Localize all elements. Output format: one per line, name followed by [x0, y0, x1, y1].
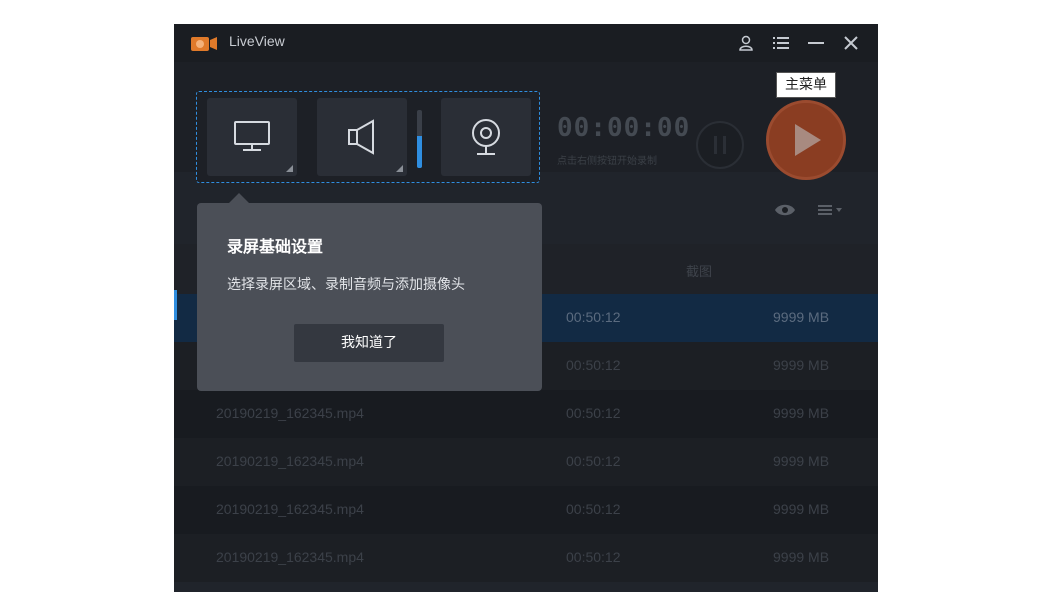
row-filename: 20190219_162345.mp4 [216, 405, 364, 421]
record-hint: 点击右侧按钮开始录制 [557, 156, 657, 167]
close-icon[interactable] [840, 33, 862, 53]
volume-meter-fill [417, 136, 422, 168]
webcam-source-button[interactable] [441, 98, 531, 176]
screen-source-button[interactable] [207, 98, 297, 176]
row-size: 9999 MB [773, 357, 830, 373]
row-duration: 00:50:12 [566, 405, 621, 421]
row-size: 9999 MB [773, 453, 830, 469]
row-size: 9999 MB [773, 549, 830, 565]
title-bar: LiveView [174, 24, 878, 62]
list-dropdown-icon[interactable] [814, 202, 846, 221]
menu-list-icon[interactable] [770, 33, 792, 53]
row-duration: 00:50:12 [566, 309, 621, 325]
column-header-screenshot: 截图 [686, 265, 713, 280]
play-icon [795, 124, 821, 156]
monitor-icon [234, 121, 270, 151]
table-row[interactable]: 20190219_162345.mp4 00:50:12 9999 MB [174, 438, 878, 486]
table-row[interactable]: 20190219_162345.mp4 00:50:12 9999 MB [174, 390, 878, 438]
audio-source-button[interactable] [317, 98, 407, 176]
record-timer: 00:00:00 [557, 113, 691, 143]
row-duration: 00:50:12 [566, 357, 621, 373]
row-filename: 20190219_162345.mp4 [216, 549, 364, 565]
dropdown-corner [396, 165, 403, 172]
guide-popover: 录屏基础设置 选择录屏区域、录制音频与添加摄像头 我知道了 [197, 203, 542, 391]
volume-meter [417, 110, 422, 168]
minimize-icon[interactable] [805, 33, 827, 53]
eye-icon[interactable] [774, 202, 796, 221]
app-title: LiveView [229, 33, 285, 49]
pause-icon [714, 136, 726, 154]
row-duration: 00:50:12 [566, 549, 621, 565]
camera-logo-icon [191, 37, 217, 51]
selection-edge [174, 290, 177, 320]
row-size: 9999 MB [773, 501, 830, 517]
row-filename: 20190219_162345.mp4 [216, 501, 364, 517]
row-size: 9999 MB [773, 405, 830, 421]
row-filename: 20190219_162345.mp4 [216, 453, 364, 469]
row-size: 9999 MB [773, 309, 830, 325]
got-it-button[interactable]: 我知道了 [294, 324, 444, 362]
speaker-icon [348, 119, 374, 155]
start-record-button[interactable] [766, 100, 846, 180]
webcam-icon [472, 119, 500, 155]
popover-title: 录屏基础设置 [227, 237, 324, 256]
table-row[interactable]: 20190219_162345.mp4 00:50:12 9999 MB [174, 534, 878, 582]
pause-button[interactable] [696, 121, 744, 169]
main-menu-tooltip: 主菜单 [776, 72, 836, 98]
row-duration: 00:50:12 [566, 501, 621, 517]
popover-description: 选择录屏区域、录制音频与添加摄像头 [227, 277, 465, 293]
row-duration: 00:50:12 [566, 453, 621, 469]
dropdown-corner [286, 165, 293, 172]
table-row[interactable]: 20190219_162345.mp4 00:50:12 9999 MB [174, 486, 878, 534]
user-icon[interactable] [735, 33, 757, 53]
popover-arrow [229, 193, 249, 203]
source-settings-group [196, 91, 540, 183]
